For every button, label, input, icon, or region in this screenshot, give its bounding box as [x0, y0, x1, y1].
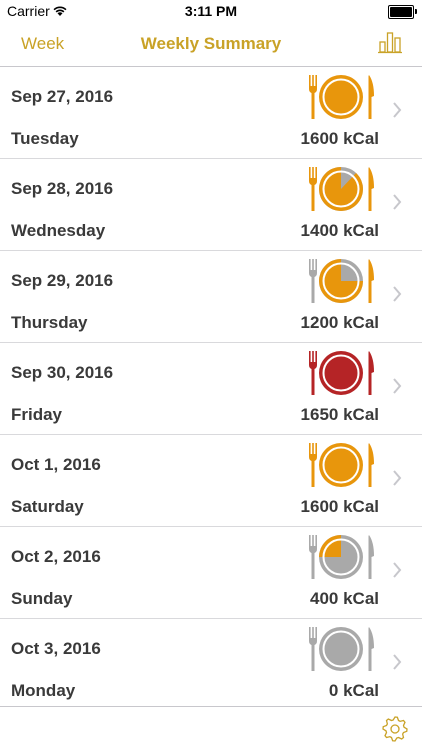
day-calories: 1600 kCal [300, 497, 379, 516]
battery-icon [388, 5, 417, 19]
chevron-right-icon [392, 653, 402, 671]
day-date: Sep 28, 2016 [11, 179, 114, 198]
plate-fork-knife-icon [306, 440, 376, 490]
day-calories: 1600 kCal [300, 129, 379, 148]
chevron-right-icon [392, 469, 402, 487]
gear-icon[interactable] [382, 716, 408, 742]
bar-chart-icon[interactable] [378, 30, 402, 54]
chevron-right-icon [392, 561, 402, 579]
toolbar [0, 706, 422, 751]
day-calories: 0 kCal [328, 681, 379, 700]
day-row[interactable]: Oct 1, 2016 Saturday 1600 kCal [0, 435, 422, 527]
day-calories: 1400 kCal [300, 221, 379, 240]
chevron-right-icon [392, 285, 402, 303]
plate-fork-knife-icon [306, 256, 376, 306]
chevron-right-icon [392, 377, 402, 395]
chevron-right-icon [392, 101, 402, 119]
day-row[interactable]: Oct 3, 2016 Monday 0 kCal [0, 619, 422, 711]
plate-fork-knife-icon [306, 72, 376, 122]
day-weekday: Sunday [11, 589, 73, 608]
day-weekday: Tuesday [11, 129, 79, 148]
day-date: Sep 29, 2016 [11, 271, 114, 290]
day-row[interactable]: Sep 29, 2016 Thursday 1200 kCal [0, 251, 422, 343]
day-date: Oct 2, 2016 [11, 547, 101, 566]
day-calories: 400 kCal [310, 589, 379, 608]
day-weekday: Saturday [11, 497, 84, 516]
plate-fork-knife-icon [306, 532, 376, 582]
day-weekday: Thursday [11, 313, 88, 332]
day-calories: 1650 kCal [300, 405, 379, 424]
day-date: Sep 27, 2016 [11, 87, 114, 106]
day-row[interactable]: Oct 2, 2016 Sunday 400 kCal [0, 527, 422, 619]
day-weekday: Monday [11, 681, 76, 700]
plate-fork-knife-icon [306, 164, 376, 214]
status-bar: Carrier 3:11 PM [0, 0, 422, 22]
plate-fork-knife-icon [306, 348, 376, 398]
day-row[interactable]: Sep 27, 2016 Tuesday 1600 kCal [0, 67, 422, 159]
chevron-right-icon [392, 193, 402, 211]
day-row[interactable]: Sep 28, 2016 Wednesday 1400 kCal [0, 159, 422, 251]
day-date: Oct 1, 2016 [11, 455, 101, 474]
day-weekday: Wednesday [11, 221, 106, 240]
day-date: Sep 30, 2016 [11, 363, 114, 382]
clock: 3:11 PM [184, 3, 238, 19]
day-weekday: Friday [11, 405, 63, 424]
navigation-bar: Week Weekly Summary [0, 22, 422, 67]
day-calories: 1200 kCal [300, 313, 379, 332]
plate-fork-knife-icon [306, 624, 376, 674]
day-row[interactable]: Sep 30, 2016 Friday 1650 kCal [0, 343, 422, 435]
day-date: Oct 3, 2016 [11, 639, 101, 658]
day-list: Sep 27, 2016 Tuesday 1600 kCal Sep 28, 2016… [0, 67, 422, 711]
page-title: Weekly Summary [140, 34, 282, 53]
